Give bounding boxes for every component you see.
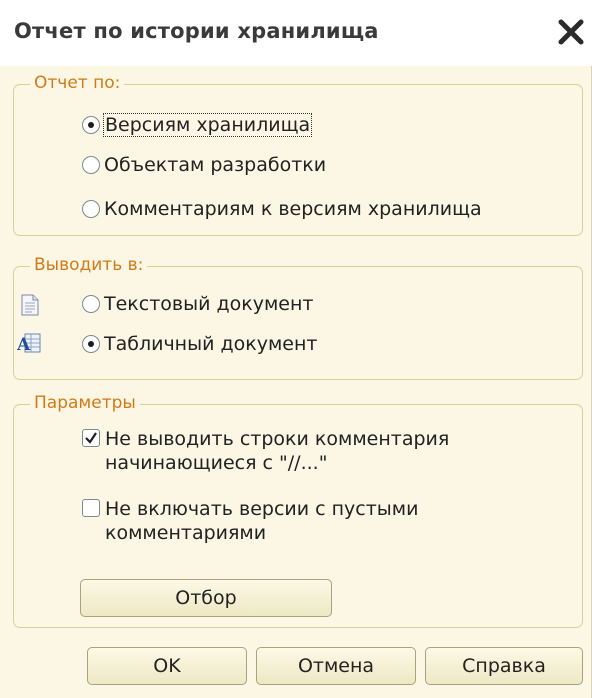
skip-comment-lines-checkbox[interactable] [82, 429, 100, 447]
parameters-legend: Параметры [30, 392, 140, 414]
skip-comment-lines-checkbox-row[interactable]: Не выводить строки комментария начинающи… [82, 427, 562, 479]
parameters-group: Параметры Не выводить строки комментария… [13, 392, 583, 628]
output-to-legend: Выводить в: [30, 254, 148, 276]
radio-option-objects[interactable]: Объектам разработки [82, 154, 326, 176]
help-button[interactable]: Справка [425, 647, 583, 685]
ok-button[interactable]: OK [87, 647, 247, 685]
radio-button[interactable] [82, 295, 100, 313]
report-dialog: Отчет по истории хранилища Отчет по: Вер… [0, 0, 592, 698]
radio-option-spreadsheet-document[interactable]: Табличный документ [82, 333, 318, 355]
title-bar: Отчет по истории хранилища [0, 0, 592, 66]
radio-button-selected[interactable] [82, 335, 100, 353]
spreadsheet-document-icon: A [17, 333, 41, 354]
exclude-empty-comments-label: Не включать версии с пустыми комментария… [105, 498, 419, 544]
report-by-legend: Отчет по: [30, 72, 125, 94]
radio-label-text-document: Текстовый документ [104, 293, 314, 315]
skip-comment-lines-label: Не выводить строки комментария начинающи… [105, 428, 450, 474]
radio-option-comments[interactable]: Комментариям к версиям хранилища [82, 198, 482, 220]
radio-label-comments: Комментариям к версиям хранилища [104, 198, 482, 220]
exclude-empty-comments-checkbox[interactable] [82, 499, 100, 517]
radio-label-objects: Объектам разработки [104, 154, 327, 176]
radio-label-versions: Версиям хранилища [102, 113, 313, 137]
checkmark-icon [85, 432, 97, 444]
radio-option-versions[interactable]: Версиям хранилища [82, 113, 313, 137]
radio-option-text-document[interactable]: Текстовый документ [82, 293, 314, 315]
output-to-group: Выводить в: Текстовый документ A Табличн… [13, 254, 583, 380]
report-by-group: Отчет по: Версиям хранилища Объектам раз… [13, 72, 583, 236]
close-icon [558, 19, 584, 45]
svg-text:A: A [17, 335, 31, 354]
text-document-icon [21, 294, 39, 316]
filter-button[interactable]: Отбор [80, 579, 332, 617]
radio-button-selected[interactable] [82, 116, 100, 134]
radio-button[interactable] [82, 156, 100, 174]
radio-label-spreadsheet-document: Табличный документ [104, 333, 318, 355]
dialog-title: Отчет по истории хранилища [14, 19, 379, 43]
close-button[interactable] [556, 17, 586, 47]
cancel-button[interactable]: Отмена [256, 647, 416, 685]
exclude-empty-comments-checkbox-row[interactable]: Не включать версии с пустыми комментария… [82, 497, 562, 549]
radio-button[interactable] [82, 200, 100, 218]
